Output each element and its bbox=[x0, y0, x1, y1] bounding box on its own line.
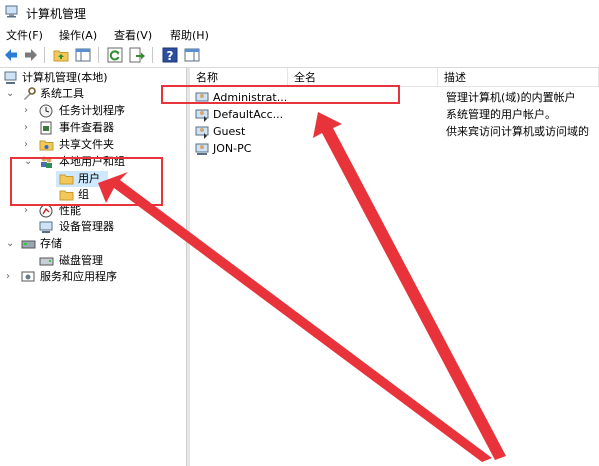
export-icon[interactable] bbox=[128, 46, 146, 64]
show-tree-icon[interactable] bbox=[74, 46, 92, 64]
user-name: Guest bbox=[213, 125, 246, 138]
forward-icon[interactable] bbox=[22, 46, 40, 64]
menu-bar: 文件(F) 操作(A) 查看(V) 帮助(H) bbox=[0, 24, 599, 43]
user-icon bbox=[195, 92, 209, 104]
collapse-chevron-icon[interactable]: ⌄ bbox=[6, 236, 16, 252]
tree-label: 存储 bbox=[40, 237, 62, 250]
expand-chevron-icon[interactable]: › bbox=[6, 269, 16, 285]
tree-node-system-tools[interactable]: ⌄ 系统工具 bbox=[0, 86, 184, 102]
tree-node-computer-management[interactable]: 计算机管理(本地) bbox=[0, 70, 184, 86]
title-bar: 计算机管理 bbox=[0, 0, 599, 24]
tree-node-users[interactable]: 用户 bbox=[56, 171, 108, 187]
tree-node-task-scheduler[interactable]: › 任务计划程序 bbox=[0, 103, 184, 119]
menu-file[interactable]: 文件(F) bbox=[6, 27, 43, 43]
tree-label: 性能 bbox=[59, 204, 81, 217]
collapse-chevron-icon[interactable]: ⌄ bbox=[6, 86, 16, 102]
tree-node-device-manager[interactable]: 设备管理器 bbox=[0, 219, 184, 235]
user-name: DefaultAcc... bbox=[213, 108, 284, 121]
table-row[interactable]: DefaultAcc... 系统管理的用户帐户。 bbox=[190, 106, 599, 124]
services-icon bbox=[21, 271, 35, 282]
user-description: 系统管理的用户帐户。 bbox=[446, 108, 556, 121]
tree-label: 计算机管理(本地) bbox=[22, 71, 108, 84]
console-tree: 计算机管理(本地) ⌄ 系统工具 › 任务计划程序 › 事件查看器 › 共享文件… bbox=[0, 68, 186, 466]
folder-icon bbox=[59, 174, 74, 185]
tree-label: 系统工具 bbox=[40, 87, 84, 100]
user-description: 管理计算机(域)的内置帐户 bbox=[446, 91, 576, 104]
back-icon[interactable] bbox=[2, 46, 20, 64]
tree-node-local-users-groups[interactable]: ⌄ 本地用户和组 bbox=[0, 154, 184, 170]
performance-icon bbox=[39, 204, 53, 218]
event-viewer-icon bbox=[40, 121, 52, 135]
window-title: 计算机管理 bbox=[26, 7, 87, 21]
menu-action[interactable]: 操作(A) bbox=[59, 27, 97, 43]
tree-label: 任务计划程序 bbox=[59, 104, 125, 117]
tree-node-services-applications[interactable]: › 服务和应用程序 bbox=[0, 269, 184, 285]
tree-label: 共享文件夹 bbox=[59, 138, 114, 151]
refresh-icon[interactable] bbox=[106, 46, 124, 64]
tree-node-disk-management[interactable]: 磁盘管理 bbox=[0, 253, 184, 269]
storage-icon bbox=[21, 240, 36, 249]
column-header-name[interactable]: 名称 bbox=[190, 68, 288, 87]
folder-icon bbox=[59, 190, 74, 201]
tree-node-groups[interactable]: 组 bbox=[56, 187, 176, 203]
computer-management-icon bbox=[5, 5, 18, 18]
toolbar-separator bbox=[152, 47, 153, 63]
disabled-user-icon bbox=[195, 126, 209, 139]
disk-icon bbox=[39, 257, 54, 266]
shared-folder-icon bbox=[39, 140, 54, 151]
expand-chevron-icon[interactable]: › bbox=[24, 103, 34, 119]
tree-node-event-viewer[interactable]: › 事件查看器 bbox=[0, 120, 184, 136]
properties-icon[interactable] bbox=[183, 46, 201, 64]
column-header-fullname[interactable]: 全名 bbox=[288, 68, 438, 87]
tree-label: 事件查看器 bbox=[59, 121, 114, 134]
users-list-view: 名称 全名 描述 Administrat... 管理计算机(域)的内置帐户 De… bbox=[190, 68, 599, 466]
user-name: Administrat... bbox=[213, 91, 288, 104]
table-row[interactable]: JON-PC bbox=[190, 140, 599, 158]
table-row[interactable]: Guest 供来宾访问计算机或访问域的 bbox=[190, 123, 599, 141]
clock-icon bbox=[39, 104, 53, 118]
user-name: JON-PC bbox=[213, 142, 252, 155]
toolbar: ? bbox=[0, 43, 599, 68]
folder-up-icon[interactable] bbox=[52, 46, 70, 64]
tree-node-storage[interactable]: ⌄ 存储 bbox=[0, 236, 184, 252]
tree-label: 服务和应用程序 bbox=[40, 270, 117, 283]
expand-chevron-icon[interactable]: › bbox=[24, 120, 34, 136]
tools-icon bbox=[24, 87, 36, 100]
user-icon bbox=[195, 143, 209, 155]
tree-label: 组 bbox=[78, 188, 89, 201]
tree-label: 设备管理器 bbox=[59, 220, 114, 233]
table-row[interactable]: Administrat... 管理计算机(域)的内置帐户 bbox=[190, 89, 599, 107]
disabled-user-icon bbox=[195, 109, 209, 122]
svg-text:?: ? bbox=[167, 49, 174, 63]
collapse-chevron-icon[interactable]: ⌄ bbox=[24, 154, 34, 170]
expand-chevron-icon[interactable]: › bbox=[24, 203, 34, 219]
tree-label: 磁盘管理 bbox=[59, 254, 103, 267]
tree-node-shared-folders[interactable]: › 共享文件夹 bbox=[0, 137, 184, 153]
users-group-icon bbox=[41, 156, 52, 168]
device-manager-icon bbox=[39, 221, 53, 233]
column-header-description[interactable]: 描述 bbox=[438, 68, 599, 87]
toolbar-separator bbox=[44, 47, 45, 63]
expand-chevron-icon[interactable]: › bbox=[24, 137, 34, 153]
tree-node-performance[interactable]: › 性能 bbox=[0, 203, 184, 219]
tree-label: 用户 bbox=[78, 172, 100, 185]
computer-management-icon bbox=[4, 71, 17, 84]
toolbar-separator bbox=[98, 47, 99, 63]
tree-label: 本地用户和组 bbox=[59, 155, 125, 168]
help-icon[interactable]: ? bbox=[161, 46, 179, 64]
menu-view[interactable]: 查看(V) bbox=[114, 27, 152, 43]
menu-help[interactable]: 帮助(H) bbox=[170, 27, 209, 43]
user-description: 供来宾访问计算机或访问域的 bbox=[446, 125, 589, 138]
